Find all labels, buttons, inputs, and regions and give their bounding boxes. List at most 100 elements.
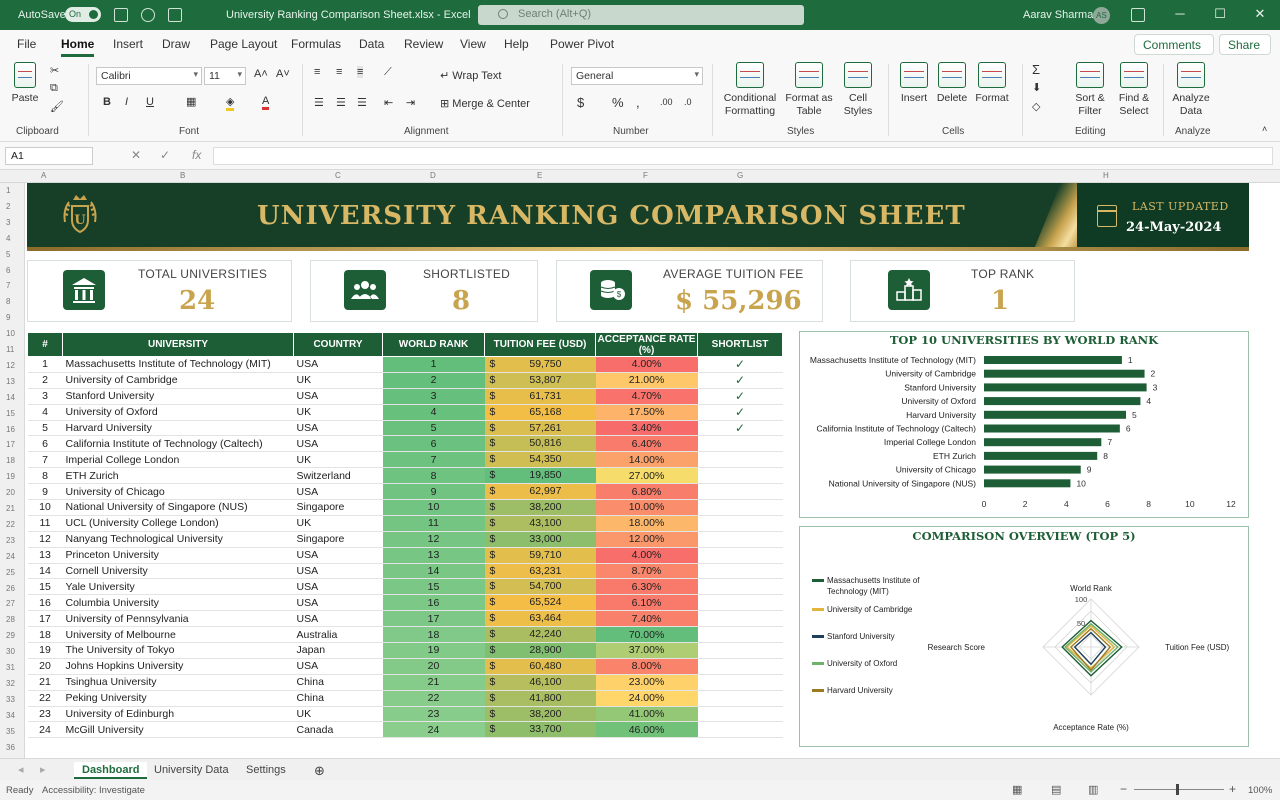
bar[interactable] bbox=[984, 438, 1102, 447]
table-row[interactable]: 22 Peking University China 22 $41,800 24.00% bbox=[27, 690, 783, 707]
row-number[interactable]: 22 bbox=[6, 520, 15, 529]
table-row[interactable]: 21 Tsinghua University China 21 $46,100 23.00… bbox=[27, 674, 783, 691]
row-number-cell[interactable]: 11 bbox=[27, 515, 63, 532]
row-number-cell[interactable]: 15 bbox=[27, 578, 63, 596]
decrease-font-icon[interactable]: A˅ bbox=[276, 68, 290, 80]
acceptance-rate-cell[interactable]: 10.00% bbox=[595, 499, 698, 516]
country-cell[interactable]: USA bbox=[293, 420, 383, 437]
conditional-formatting-button[interactable]: Conditional Formatting bbox=[718, 62, 782, 118]
sheet-tab-university-data[interactable]: University Data bbox=[146, 762, 237, 779]
country-cell[interactable]: UK bbox=[293, 451, 383, 469]
align-right-icon[interactable]: ☰ bbox=[357, 96, 367, 109]
formula-input[interactable] bbox=[213, 147, 1273, 165]
row-number[interactable]: 1 bbox=[6, 186, 10, 195]
country-cell[interactable]: Singapore bbox=[293, 499, 383, 516]
save-icon[interactable] bbox=[114, 8, 128, 22]
row-number[interactable]: 21 bbox=[6, 504, 15, 513]
tuition-fee-cell[interactable]: $61,731 bbox=[484, 388, 596, 405]
row-number-cell[interactable]: 5 bbox=[27, 420, 63, 437]
column-header-number[interactable]: # bbox=[27, 332, 63, 357]
italic-icon[interactable]: I bbox=[125, 96, 128, 108]
bar[interactable] bbox=[984, 356, 1122, 364]
world-rank-cell[interactable]: 19 bbox=[382, 642, 485, 659]
row-number[interactable]: 14 bbox=[6, 393, 15, 402]
shortlist-cell[interactable] bbox=[697, 690, 783, 707]
tab-data[interactable]: Data bbox=[359, 37, 384, 51]
row-number[interactable]: 19 bbox=[6, 472, 15, 481]
row-number[interactable]: 24 bbox=[6, 552, 15, 561]
acceptance-rate-cell[interactable]: 8.70% bbox=[595, 563, 698, 580]
world-rank-cell[interactable]: 14 bbox=[382, 563, 485, 580]
table-row[interactable]: 23 University of Edinburgh UK 23 $38,200 41.0… bbox=[27, 706, 783, 723]
row-number-cell[interactable]: 19 bbox=[27, 642, 63, 659]
country-cell[interactable]: UK bbox=[293, 372, 383, 389]
row-number[interactable]: 2 bbox=[6, 202, 10, 211]
tuition-fee-cell[interactable]: $65,524 bbox=[484, 594, 596, 612]
world-rank-cell[interactable]: 8 bbox=[382, 467, 485, 485]
orientation-icon[interactable]: ⟋ bbox=[384, 66, 392, 79]
collapse-ribbon-icon[interactable]: ˄ bbox=[1262, 124, 1267, 134]
world-rank-cell[interactable]: 9 bbox=[382, 483, 485, 501]
table-row[interactable]: 15 Yale University USA 15 $54,700 6.30% bbox=[27, 578, 783, 596]
decrease-indent-icon[interactable]: ⇤ bbox=[384, 96, 393, 109]
acceptance-rate-cell[interactable]: 3.40% bbox=[595, 420, 698, 437]
row-number[interactable]: 32 bbox=[6, 679, 15, 688]
row-number[interactable]: 9 bbox=[6, 313, 10, 322]
tab-page-layout[interactable]: Page Layout bbox=[210, 37, 277, 51]
country-cell[interactable]: China bbox=[293, 674, 383, 691]
world-rank-cell[interactable]: 21 bbox=[382, 674, 485, 691]
country-cell[interactable]: USA bbox=[293, 435, 383, 453]
row-number[interactable]: 12 bbox=[6, 361, 15, 370]
table-row[interactable]: 20 Johns Hopkins University USA 20 $60,480 8.… bbox=[27, 658, 783, 675]
prev-sheet-icon[interactable]: ◂ bbox=[10, 762, 32, 779]
column-header-country[interactable]: COUNTRY bbox=[293, 332, 383, 357]
university-cell[interactable]: University of Edinburgh bbox=[62, 706, 294, 723]
country-cell[interactable]: UK bbox=[293, 515, 383, 532]
row-number-cell[interactable]: 2 bbox=[27, 372, 63, 389]
university-cell[interactable]: McGill University bbox=[62, 721, 294, 739]
world-rank-cell[interactable]: 6 bbox=[382, 435, 485, 453]
zoom-out-icon[interactable]: − bbox=[1120, 782, 1127, 796]
table-row[interactable]: 16 Columbia University USA 16 $65,524 6.10% bbox=[27, 594, 783, 612]
row-number[interactable]: 29 bbox=[6, 631, 15, 640]
world-rank-cell[interactable]: 2 bbox=[382, 372, 485, 389]
country-cell[interactable]: Switzerland bbox=[293, 467, 383, 485]
row-number[interactable]: 17 bbox=[6, 440, 15, 449]
world-rank-cell[interactable]: 16 bbox=[382, 594, 485, 612]
bar[interactable] bbox=[984, 465, 1081, 474]
tuition-fee-cell[interactable]: $33,000 bbox=[484, 531, 596, 548]
accessibility-status[interactable]: Accessibility: Investigate bbox=[42, 785, 145, 796]
row-number[interactable]: 33 bbox=[6, 695, 15, 704]
table-row[interactable]: 14 Cornell University USA 14 $63,231 8.70% bbox=[27, 563, 783, 580]
row-number-cell[interactable]: 14 bbox=[27, 563, 63, 580]
shortlist-cell[interactable]: ✓ bbox=[697, 404, 783, 421]
acceptance-rate-cell[interactable]: 12.00% bbox=[595, 531, 698, 548]
tab-power-pivot[interactable]: Power Pivot bbox=[550, 37, 614, 51]
analyze-data-button[interactable]: Analyze Data bbox=[1168, 62, 1214, 118]
tab-insert[interactable]: Insert bbox=[113, 37, 143, 51]
row-number[interactable]: 26 bbox=[6, 584, 15, 593]
acceptance-rate-cell[interactable]: 21.00% bbox=[595, 372, 698, 389]
undo-icon[interactable] bbox=[141, 8, 155, 22]
row-number[interactable]: 34 bbox=[6, 711, 15, 720]
tuition-fee-cell[interactable]: $41,800 bbox=[484, 690, 596, 707]
shortlist-cell[interactable] bbox=[697, 435, 783, 453]
row-number-cell[interactable]: 9 bbox=[27, 483, 63, 501]
university-cell[interactable]: Peking University bbox=[62, 690, 294, 707]
country-cell[interactable]: Australia bbox=[293, 626, 383, 644]
world-rank-cell[interactable]: 18 bbox=[382, 626, 485, 644]
shortlist-cell[interactable] bbox=[697, 578, 783, 596]
world-rank-cell[interactable]: 7 bbox=[382, 451, 485, 469]
university-cell[interactable]: Massachusetts Institute of Technology (M… bbox=[62, 356, 294, 373]
bar[interactable] bbox=[984, 424, 1120, 433]
university-cell[interactable]: Yale University bbox=[62, 578, 294, 596]
acceptance-rate-cell[interactable]: 41.00% bbox=[595, 706, 698, 723]
university-cell[interactable]: Stanford University bbox=[62, 388, 294, 405]
country-cell[interactable]: Japan bbox=[293, 642, 383, 659]
tuition-fee-cell[interactable]: $63,464 bbox=[484, 610, 596, 628]
country-cell[interactable]: USA bbox=[293, 610, 383, 628]
bar[interactable] bbox=[984, 383, 1147, 392]
acceptance-rate-cell[interactable]: 46.00% bbox=[595, 721, 698, 739]
tuition-fee-cell[interactable]: $50,816 bbox=[484, 435, 596, 453]
country-cell[interactable]: USA bbox=[293, 388, 383, 405]
